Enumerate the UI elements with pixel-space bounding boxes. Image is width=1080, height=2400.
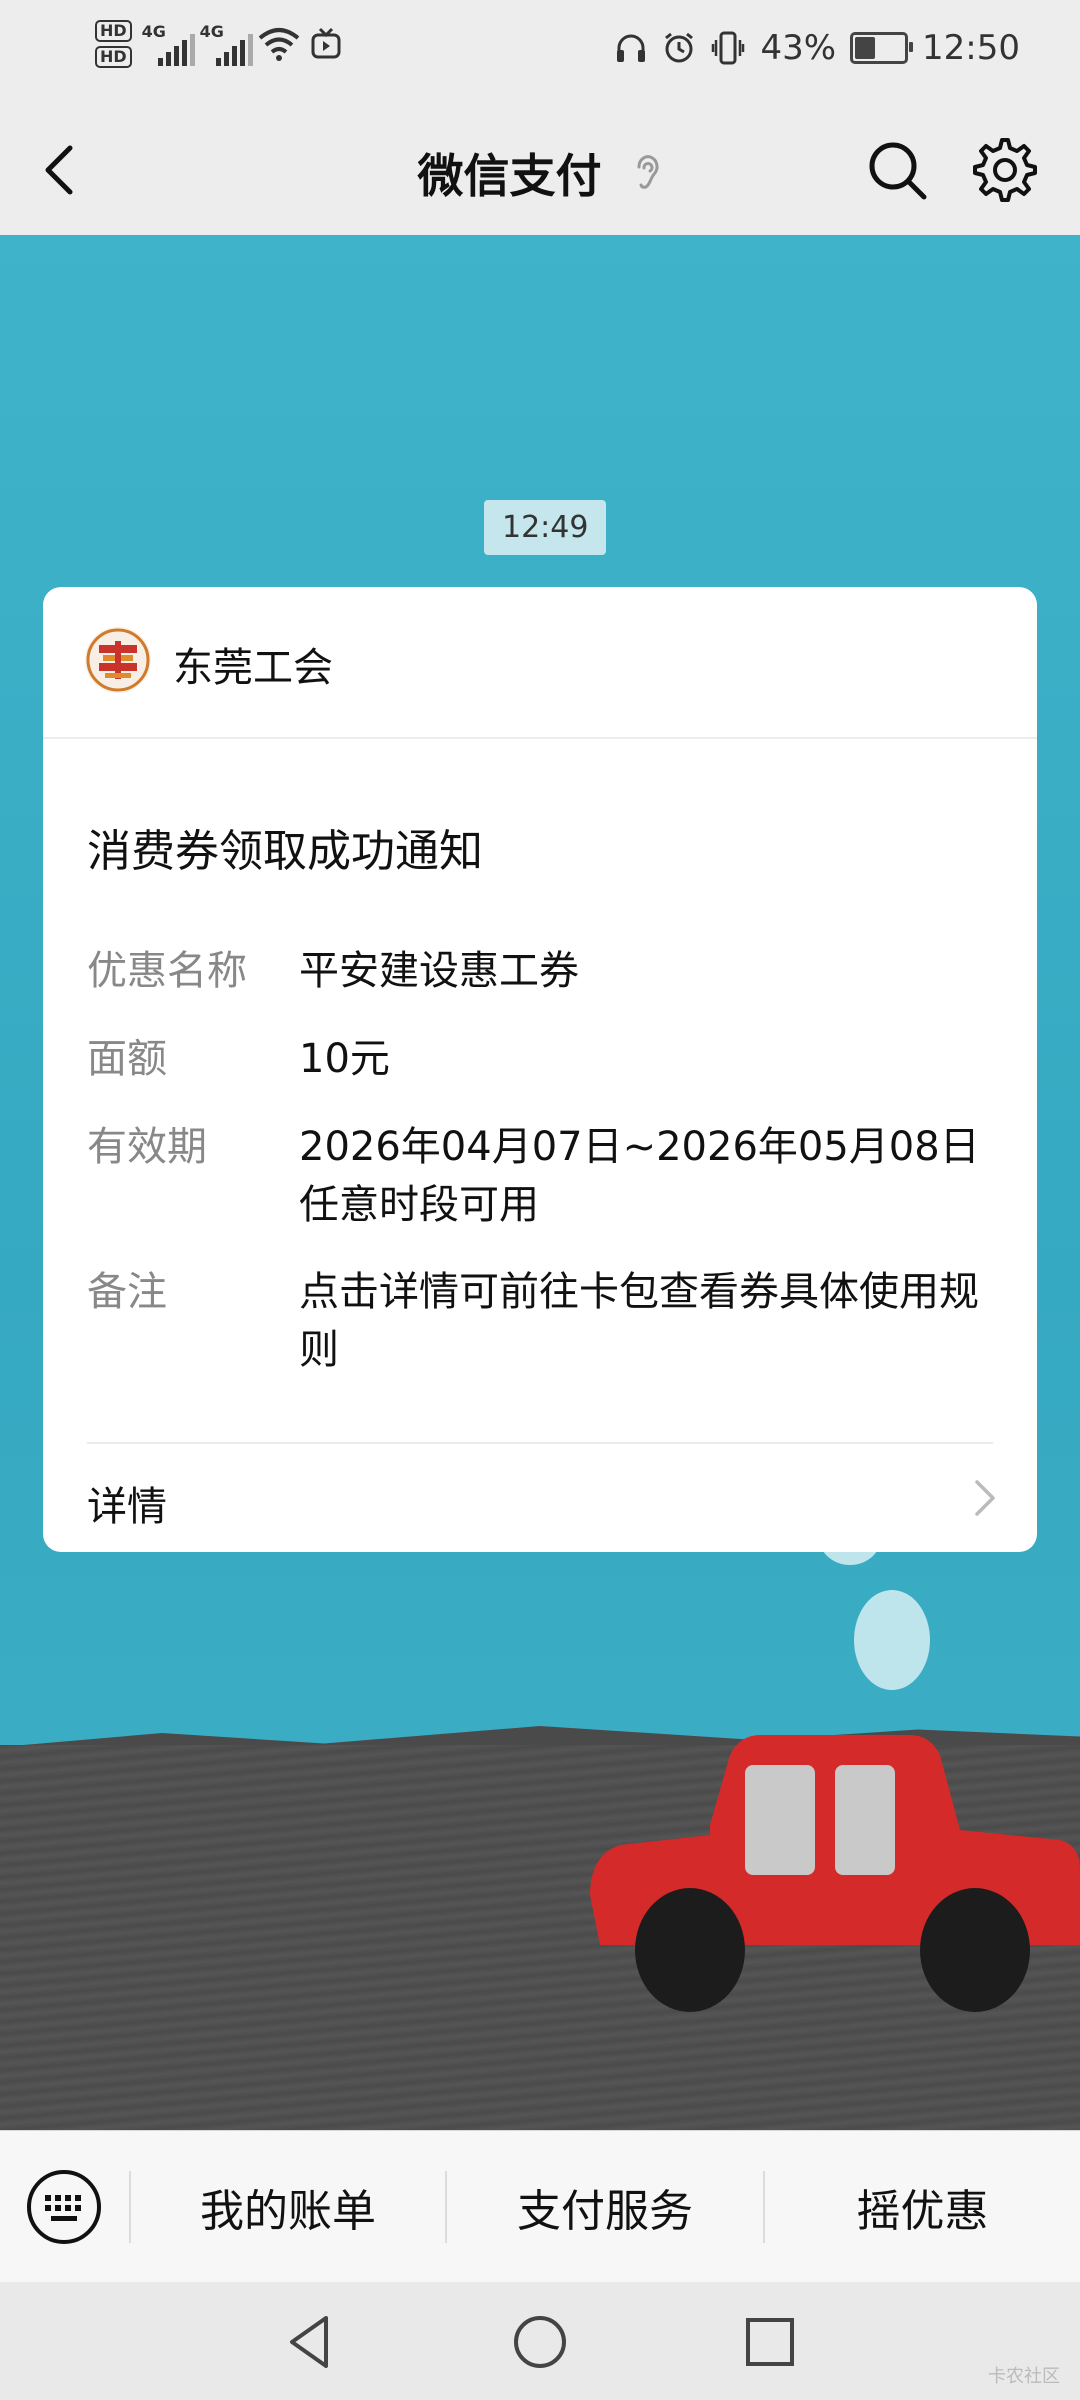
chevron-right-icon bbox=[975, 1480, 995, 1516]
search-icon[interactable] bbox=[862, 135, 932, 205]
ear-icon bbox=[637, 155, 659, 189]
details-link[interactable]: 详情 bbox=[43, 1444, 1037, 1552]
field-row-remark: 备注 点击详情可前往卡包查看券具体使用规则 bbox=[87, 1263, 997, 1379]
battery-icon bbox=[850, 32, 914, 64]
field-label: 优惠名称 bbox=[87, 948, 247, 994]
page-title: 微信支付 bbox=[417, 149, 602, 203]
field-value: 点击详情可前往卡包查看券具体使用规则 bbox=[299, 1269, 979, 1373]
menu-payment-services[interactable]: 支付服务 bbox=[447, 2131, 763, 2283]
system-nav-bar: 卡农社区 bbox=[0, 2282, 1080, 2400]
status-right: 43% 12:50 bbox=[614, 28, 1020, 68]
brand-name: 东莞工会 bbox=[173, 645, 333, 691]
field-label: 面额 bbox=[87, 1036, 167, 1082]
gear-icon[interactable] bbox=[970, 135, 1040, 205]
field-row-coupon-name: 优惠名称 平安建设惠工券 bbox=[87, 942, 997, 1000]
message-timestamp: 12:49 bbox=[484, 500, 607, 555]
field-value: 2026年04月07日~2026年05月08日任意时段可用 bbox=[299, 1124, 980, 1228]
field-label: 备注 bbox=[87, 1269, 167, 1315]
tv-icon bbox=[311, 27, 341, 59]
nav-recents-square-icon[interactable] bbox=[740, 2312, 800, 2372]
chat-area[interactable]: 12:49 东莞工会 消费券领取成功通知 优惠名称 平安建设惠工券 面额 10元… bbox=[0, 235, 1080, 2130]
wifi-icon bbox=[258, 28, 299, 61]
bottom-menu: 我的账单 支付服务 摇优惠 bbox=[0, 2130, 1080, 2283]
menu-shake-offers[interactable]: 摇优惠 bbox=[765, 2131, 1080, 2283]
nav-home-circle-icon[interactable] bbox=[510, 2312, 570, 2372]
status-bar: HD HD 4G 4G 43% 12:50 bbox=[0, 0, 1080, 105]
alarm-icon bbox=[665, 32, 694, 63]
field-row-validity: 有效期 2026年04月07日~2026年05月08日任意时段可用 bbox=[87, 1118, 997, 1234]
card-header[interactable]: 东莞工会 bbox=[43, 587, 1037, 739]
hd-badge-2: HD bbox=[95, 46, 132, 68]
watermark: 卡农社区 bbox=[988, 2366, 1060, 2387]
nav-bar: 微信支付 bbox=[0, 105, 1080, 235]
clock: 12:50 bbox=[922, 28, 1020, 68]
hd-badge-1: HD bbox=[95, 20, 132, 42]
menu-my-bills[interactable]: 我的账单 bbox=[131, 2131, 445, 2283]
headphones-icon bbox=[617, 34, 646, 62]
details-label: 详情 bbox=[87, 1484, 167, 1530]
card-title: 消费券领取成功通知 bbox=[87, 826, 483, 877]
battery-percent: 43% bbox=[760, 28, 837, 68]
nav-back-triangle-icon[interactable] bbox=[280, 2312, 340, 2372]
notification-card[interactable]: 东莞工会 消费券领取成功通知 优惠名称 平安建设惠工券 面额 10元 有效期 2… bbox=[43, 587, 1037, 1552]
field-label: 有效期 bbox=[87, 1124, 207, 1170]
field-value: 10元 bbox=[299, 1036, 390, 1082]
car-illustration bbox=[590, 1505, 1080, 2012]
vibrate-icon bbox=[712, 31, 745, 65]
hd-badges: HD HD bbox=[95, 20, 132, 68]
union-logo-icon bbox=[85, 627, 151, 693]
signal-group: HD HD 4G 4G bbox=[95, 20, 342, 68]
field-row-denomination: 面额 10元 bbox=[87, 1030, 997, 1088]
field-value: 平安建设惠工券 bbox=[299, 948, 579, 994]
keyboard-toggle-icon[interactable] bbox=[25, 2168, 103, 2246]
signal-icon-1: 4G bbox=[142, 20, 195, 68]
signal-icon-2: 4G bbox=[200, 20, 253, 68]
